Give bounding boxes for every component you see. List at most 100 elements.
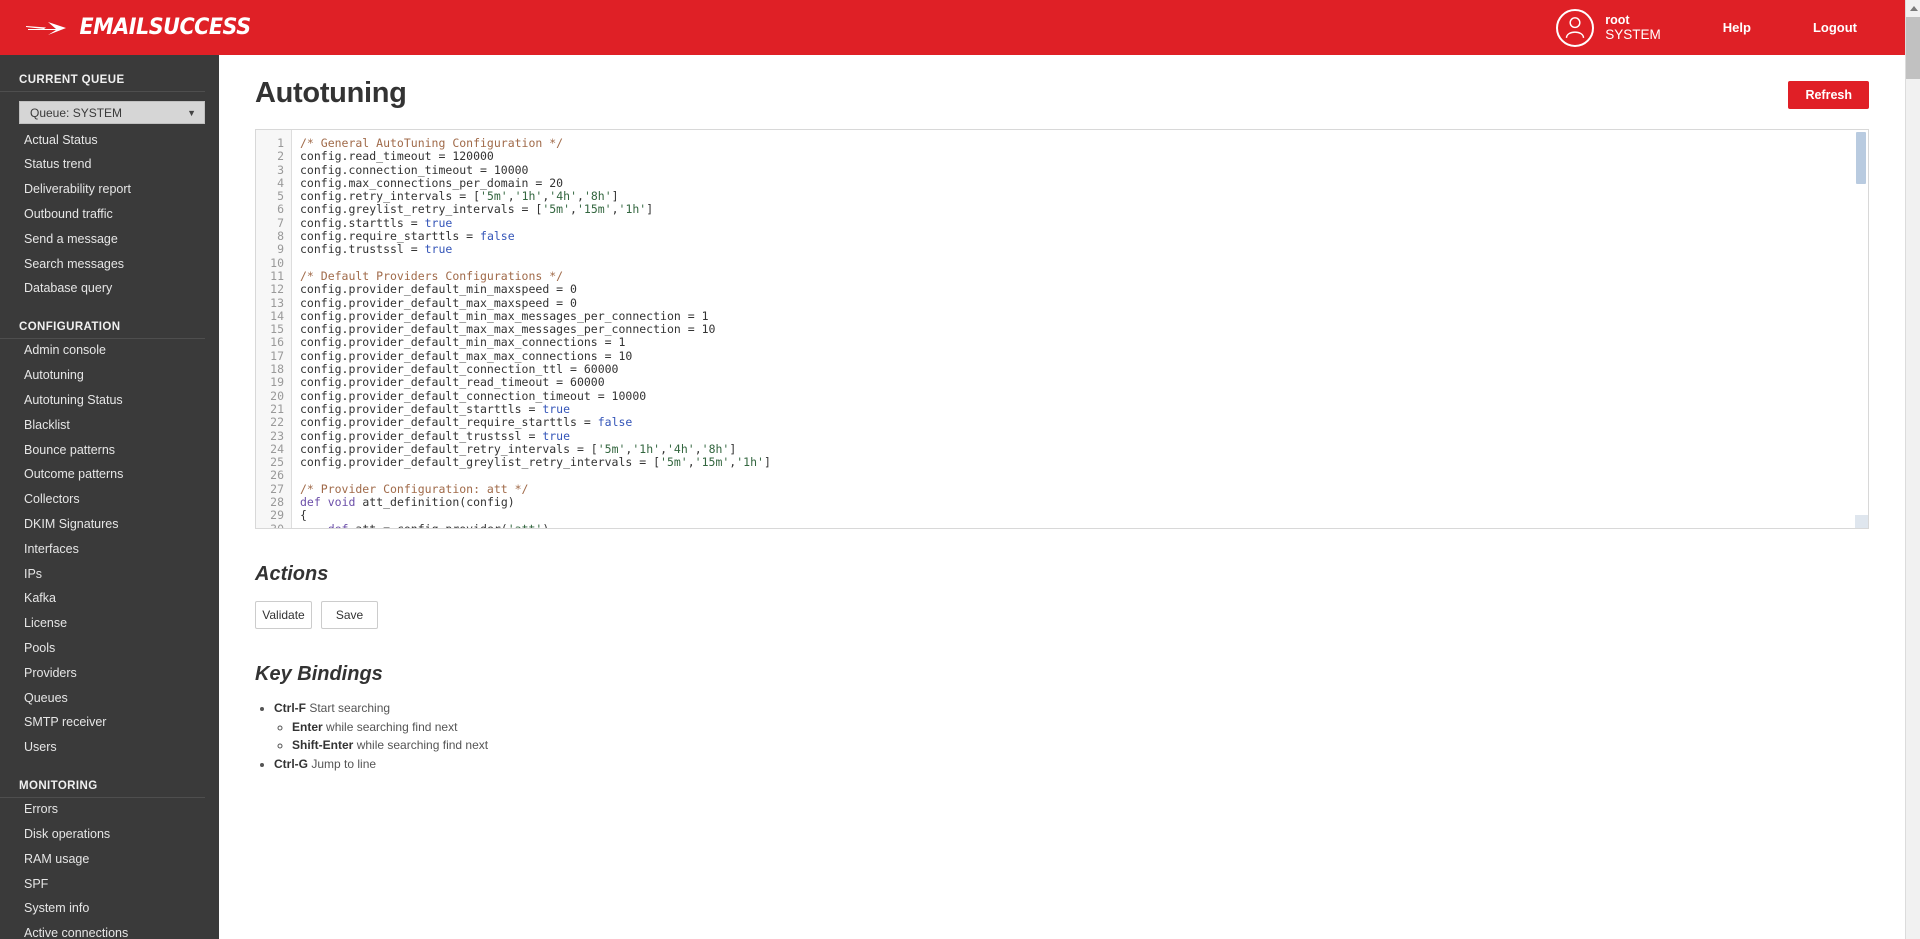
keybinding-key: Shift-Enter — [292, 738, 354, 753]
sidebar-item-collectors[interactable]: Collectors — [0, 488, 219, 513]
top-bar: EMAILSUCCESS root SYSTEM Help Logout — [0, 0, 1905, 55]
sidebar-item-send-a-message[interactable]: Send a message — [0, 227, 219, 252]
editor-line-number: 18 — [270, 362, 284, 377]
editor-line-number: 12 — [270, 282, 284, 297]
save-button[interactable]: Save — [321, 601, 378, 629]
editor-code-line: config.provider_default_max_maxspeed = 0 — [300, 295, 577, 310]
editor-code-line: config.provider_default_read_timeout = 6… — [300, 375, 605, 390]
editor-line-number: 28 — [270, 495, 284, 510]
keybinding-item: Ctrl-G Jump to line — [274, 755, 1869, 774]
queue-select[interactable]: Queue: SYSTEM ▼ — [19, 101, 205, 124]
sidebar-item-autotuning[interactable]: Autotuning — [0, 364, 219, 389]
keybinding-sublist: Enter while searching find next Shift-Ent… — [274, 718, 1869, 755]
editor-code-line: /* General AutoTuning Configuration */ — [300, 136, 564, 150]
sidebar-item-search-messages[interactable]: Search messages — [0, 252, 219, 277]
editor-line-number: 9 — [277, 242, 284, 257]
sidebar-item-ram-usage[interactable]: RAM usage — [0, 847, 219, 872]
sidebar-item-pools[interactable]: Pools — [0, 636, 219, 661]
keybinding-desc: Start searching — [309, 701, 391, 715]
sidebar-item-admin-console[interactable]: Admin console — [0, 339, 219, 364]
editor-line-number: 17 — [270, 348, 284, 363]
sidebar-item-providers[interactable]: Providers — [0, 661, 219, 686]
keybinding-sub-item: Shift-Enter while searching find next — [292, 736, 1869, 755]
sidebar-item-interfaces[interactable]: Interfaces — [0, 537, 219, 562]
sidebar-item-kafka[interactable]: Kafka — [0, 587, 219, 612]
sidebar-item-outcome-patterns[interactable]: Outcome patterns — [0, 463, 219, 488]
sidebar-item-database-query[interactable]: Database query — [0, 277, 219, 302]
user-role: SYSTEM — [1605, 26, 1661, 42]
editor-code-line — [300, 257, 1868, 270]
keybinding-desc: while searching find next — [326, 719, 458, 734]
sidebar-item-license[interactable]: License — [0, 612, 219, 637]
editor-scrollbar[interactable] — [1855, 130, 1868, 528]
editor-line-number: 3 — [277, 162, 284, 177]
action-buttons: Validate Save — [255, 601, 1869, 629]
editor-line-number: 6 — [277, 202, 284, 217]
editor-line-number: 1 — [277, 136, 284, 150]
page-header: Autotuning Refresh — [255, 55, 1869, 110]
refresh-button[interactable]: Refresh — [1788, 81, 1869, 109]
sidebar-item-actual-status[interactable]: Actual Status — [0, 128, 219, 153]
sidebar-item-bounce-patterns[interactable]: Bounce patterns — [0, 438, 219, 463]
editor-resize-handle[interactable] — [1855, 515, 1868, 528]
chevron-down-icon: ▼ — [187, 107, 196, 118]
sidebar-item-outbound-traffic[interactable]: Outbound traffic — [0, 202, 219, 227]
keybindings-root-list: Ctrl-F Start searching Enter while search… — [255, 699, 1869, 773]
sidebar-item-autotuning-status[interactable]: Autotuning Status — [0, 388, 219, 413]
sidebar-item-dkim-signatures[interactable]: DKIM Signatures — [0, 512, 219, 537]
editor-line-number: 15 — [270, 322, 284, 337]
editor-line-number: 26 — [270, 468, 284, 483]
editor-code-line: config.connection_timeout = 10000 — [300, 162, 529, 177]
sidebar-heading-monitoring: MONITORING — [0, 780, 205, 798]
editor-line-number: 16 — [270, 335, 284, 350]
sidebar-heading-current-queue: CURRENT QUEUE — [0, 74, 205, 92]
editor-scrollbar-thumb[interactable] — [1856, 132, 1866, 184]
sidebar-item-active-connections[interactable]: Active connections — [0, 922, 219, 939]
editor-line-number: 20 — [270, 388, 284, 403]
sidebar-item-system-info[interactable]: System info — [0, 897, 219, 922]
validate-button[interactable]: Validate — [255, 601, 312, 629]
sidebar-item-ips[interactable]: IPs — [0, 562, 219, 587]
sidebar-item-disk-operations[interactable]: Disk operations — [0, 822, 219, 847]
keybindings-title: Key Bindings — [255, 663, 383, 685]
editor-code-line: config.provider_default_max_max_connecti… — [300, 348, 633, 363]
editor-code-area[interactable]: /* General AutoTuning Configuration */ co… — [292, 130, 1868, 528]
keybinding-key: Ctrl-F — [274, 701, 306, 715]
sidebar-item-smtp-receiver[interactable]: SMTP receiver — [0, 711, 219, 736]
logout-link[interactable]: Logout — [1813, 20, 1857, 35]
editor-code-line: config.provider_default_require_starttls… — [300, 415, 633, 430]
editor-code-line: config.require_starttls = false — [300, 229, 515, 244]
scroll-up-arrow-icon[interactable] — [1906, 0, 1920, 17]
config-code-editor[interactable]: 1 2 3 4 5 6 7 8 9 10 11 12 13 14 15 16 17 18 19 20 21 22 23 24 2… — [255, 129, 1869, 529]
sidebar-item-status-trend[interactable]: Status trend — [0, 153, 219, 178]
page-scrollbar[interactable] — [1905, 0, 1920, 939]
editor-line-number: 10 — [270, 255, 284, 270]
sidebar-item-deliverability-report[interactable]: Deliverability report — [0, 178, 219, 203]
page-scrollbar-thumb[interactable] — [1906, 17, 1920, 79]
brand-name: EMAILSUCCESS — [79, 15, 251, 40]
editor-code-line: config.greylist_retry_intervals = ['5m',… — [300, 202, 654, 217]
queue-select-value: Queue: SYSTEM — [30, 105, 123, 120]
page-title: Autotuning — [255, 77, 407, 109]
sidebar-group-monitoring: Errors Disk operations RAM usage SPF System … — [0, 798, 219, 939]
keybindings-list: Ctrl-F Start searching Enter while search… — [255, 699, 1869, 773]
sidebar-item-users[interactable]: Users — [0, 736, 219, 761]
editor-code-line: config.provider_default_greylist_retry_i… — [300, 455, 771, 470]
editor-code-line: config.retry_intervals = ['5m','1h','4h'… — [300, 189, 619, 204]
help-link[interactable]: Help — [1723, 20, 1751, 35]
editor-line-numbers: 1 2 3 4 5 6 7 8 9 10 11 12 13 14 15 16 17 18 19 20 21 22 23 24 2… — [256, 130, 292, 528]
sidebar-item-blacklist[interactable]: Blacklist — [0, 413, 219, 438]
keybinding-item: Ctrl-F Start searching Enter while search… — [274, 699, 1869, 755]
editor-code-line: config.starttls = true — [300, 215, 453, 230]
sidebar-item-errors[interactable]: Errors — [0, 798, 219, 823]
editor-code-line: def att = config.provider('att') — [300, 522, 1868, 528]
sidebar-item-queues[interactable]: Queues — [0, 686, 219, 711]
editor-code-line: config.provider_default_min_maxspeed = 0 — [300, 282, 577, 297]
editor-line-number: 30 — [270, 521, 284, 529]
user-block[interactable]: root SYSTEM — [1556, 8, 1661, 47]
editor-code-line: config.provider_default_trustssl = true — [300, 428, 571, 443]
keybinding-key: Enter — [292, 719, 323, 734]
sidebar-item-spf[interactable]: SPF — [0, 872, 219, 897]
editor-line-number: 8 — [277, 229, 284, 244]
brand-logo[interactable]: EMAILSUCCESS — [0, 15, 251, 40]
